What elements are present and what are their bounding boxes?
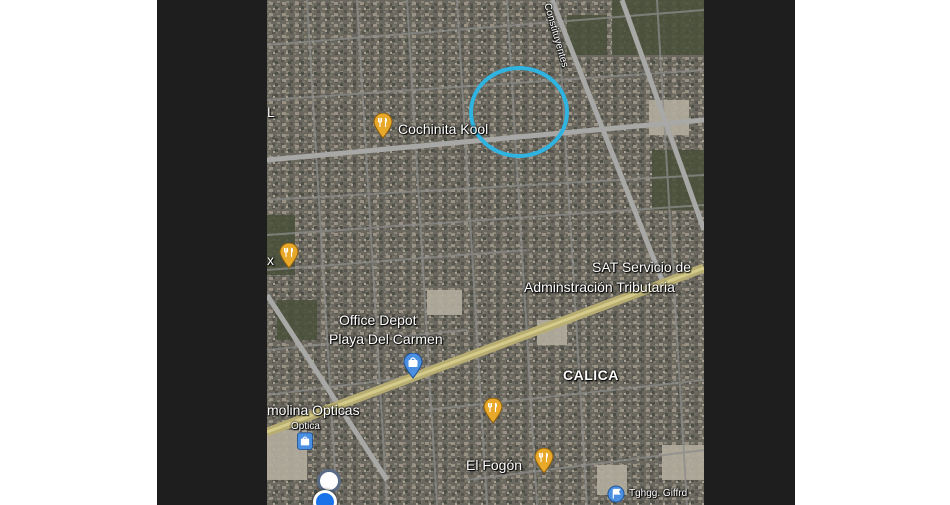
poi-label-sat-line2[interactable]: Adminstración Tributaria: [524, 279, 675, 295]
poi-label-left-edge-l: L: [267, 104, 275, 120]
satellite-map[interactable]: Constituyentes Cochinita Kool SAT Servic…: [267, 0, 704, 505]
poi-label-left-edge-x: x: [267, 252, 274, 268]
poi-label-office-depot-line1[interactable]: Office Depot: [339, 312, 417, 328]
restaurant-pin-icon[interactable]: [534, 448, 554, 474]
place-label-calica: CALICA: [563, 367, 619, 383]
poi-label-optica[interactable]: Optica: [291, 421, 320, 432]
satellite-imagery: [267, 0, 704, 505]
poi-label-tghgg[interactable]: Tghgg. Giffrd: [629, 488, 687, 499]
poi-label-el-fogon[interactable]: El Fogón: [466, 457, 522, 473]
restaurant-pin-icon[interactable]: [483, 398, 503, 424]
right-letterbox-bar: [704, 0, 795, 505]
flag-pin-icon[interactable]: [607, 485, 625, 503]
location-accuracy-dot: [317, 469, 341, 493]
screenshot-stage: Constituyentes Cochinita Kool SAT Servic…: [0, 0, 950, 505]
shopping-pin-icon[interactable]: [403, 353, 423, 379]
highlight-circle: [469, 66, 569, 158]
restaurant-pin-icon[interactable]: [373, 113, 393, 139]
poi-label-cochinita-kool[interactable]: Cochinita Kool: [398, 121, 488, 137]
restaurant-pin-icon[interactable]: [279, 243, 299, 269]
left-letterbox-bar: [157, 0, 267, 505]
poi-label-office-depot-line2[interactable]: Playa Del Carmen: [329, 331, 443, 347]
poi-label-molina-opticas[interactable]: molina Opticas: [267, 402, 360, 418]
poi-label-sat-line1[interactable]: SAT Servicio de: [592, 259, 691, 275]
shopping-bag-icon[interactable]: [296, 432, 314, 452]
